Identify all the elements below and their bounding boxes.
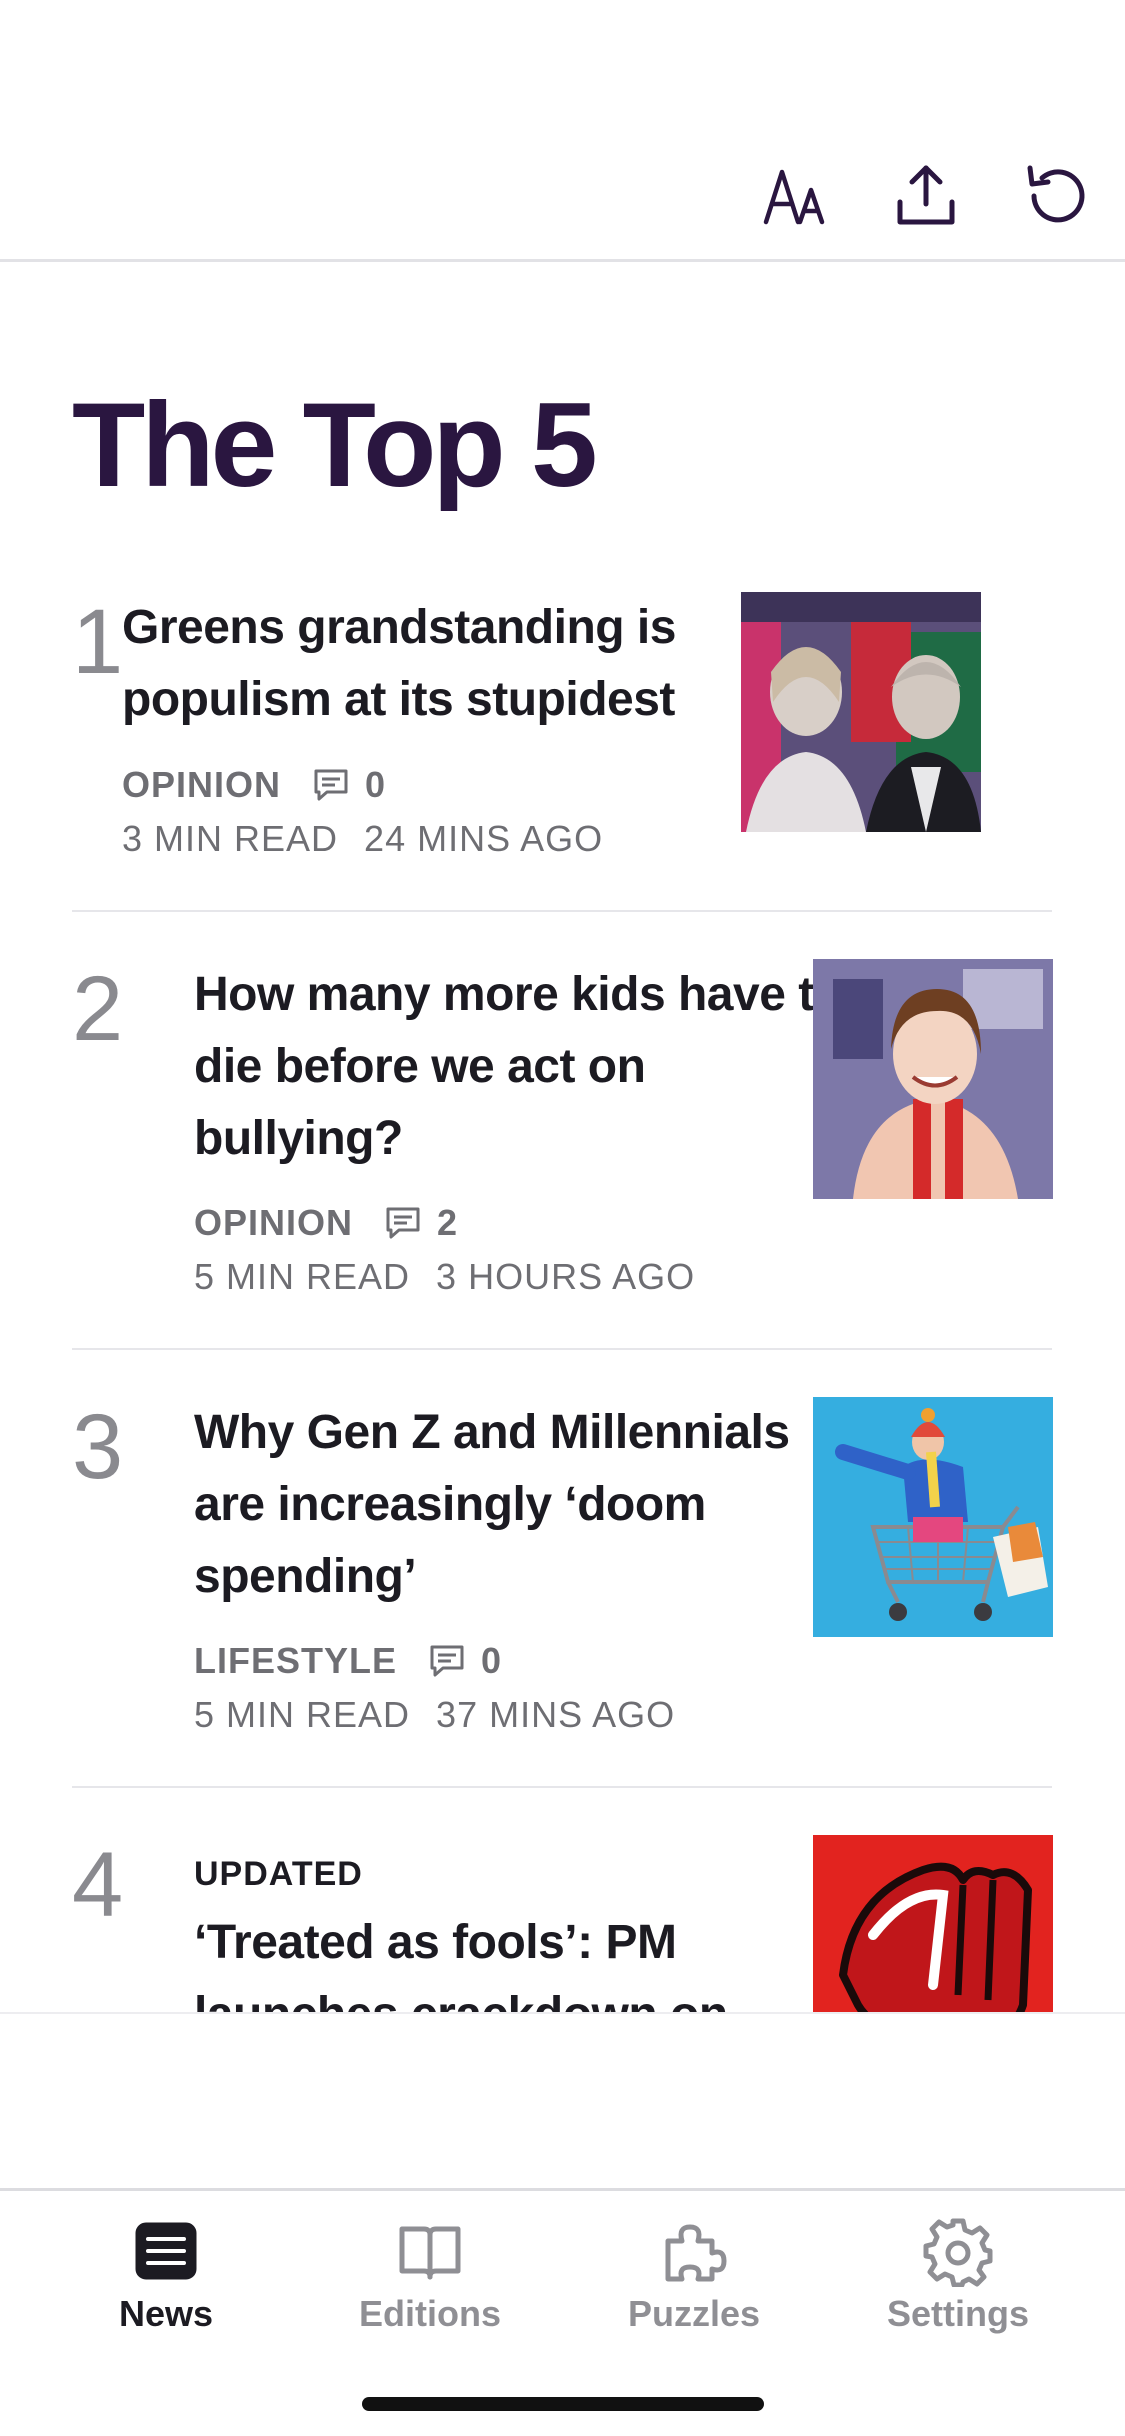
article-headline[interactable]: How many more kids have to die before we…: [194, 959, 864, 1175]
article-meta-time: 5 MIN READ 37 MINS AGO: [194, 1694, 675, 1736]
article-thumbnail[interactable]: [813, 1835, 1053, 2012]
article-age: 3 HOURS AGO: [436, 1256, 696, 1297]
article-rank: 3: [72, 1396, 124, 1498]
article-age: 24 MINS AGO: [364, 818, 604, 859]
article-meta-section: LIFESTYLE 0: [194, 1640, 502, 1682]
news-icon: [135, 2222, 197, 2280]
article-age: 37 MINS AGO: [436, 1694, 676, 1735]
tab-puzzles[interactable]: Puzzles: [564, 2207, 824, 2357]
text-size-icon[interactable]: [760, 160, 832, 232]
article-meta-time: 5 MIN READ 3 HOURS AGO: [194, 1256, 695, 1298]
comment-count: 0: [365, 764, 387, 805]
gear-icon: [923, 2218, 993, 2287]
article-section: OPINION: [194, 1202, 354, 1243]
tab-news[interactable]: News: [36, 2207, 296, 2357]
comment-icon: [430, 1645, 464, 1677]
article-meta-section: OPINION 2: [194, 1202, 458, 1244]
tab-label: Puzzles: [627, 2293, 761, 2334]
book-icon: [399, 2226, 461, 2280]
top5-list: 1 Greens grandstanding is populism at it…: [0, 592, 1125, 2012]
updated-badge: UPDATED: [194, 1855, 363, 1893]
article-thumbnail[interactable]: [741, 592, 981, 832]
share-icon[interactable]: [890, 160, 962, 232]
tab-label: News: [118, 2293, 214, 2334]
article-meta-time: 3 MIN READ 24 MINS AGO: [122, 818, 603, 860]
tab-editions[interactable]: Editions: [300, 2207, 560, 2357]
article-meta-section: OPINION 0: [122, 764, 386, 806]
tab-settings[interactable]: Settings: [828, 2207, 1088, 2357]
article-headline[interactable]: ‘Treated as fools’: PM launches crackdow…: [194, 1907, 864, 2012]
article-section: LIFESTYLE: [194, 1640, 398, 1681]
article-headline[interactable]: Why Gen Z and Millennials are increasing…: [194, 1397, 864, 1613]
read-time: 5 MIN READ: [194, 1256, 411, 1297]
page-title: The Top 5: [72, 378, 598, 512]
article-section: OPINION: [122, 764, 282, 805]
refresh-icon[interactable]: [1020, 160, 1092, 232]
comment-icon: [314, 769, 348, 801]
comment-count: 2: [437, 1202, 459, 1243]
article-thumbnail[interactable]: [813, 1397, 1053, 1637]
comment-count: 0: [481, 1640, 503, 1681]
comment-icon: [386, 1207, 420, 1239]
home-indicator: [362, 2397, 764, 2411]
read-time: 5 MIN READ: [194, 1694, 411, 1735]
read-time: 3 MIN READ: [122, 818, 339, 859]
article-rank: 2: [72, 958, 124, 1060]
article-headline[interactable]: Greens grandstanding is populism at its …: [122, 592, 792, 736]
top-toolbar: [0, 0, 1125, 262]
article-thumbnail[interactable]: [813, 959, 1053, 1199]
tab-label: Settings: [886, 2293, 1029, 2334]
tab-label: Editions: [359, 2293, 501, 2334]
article-rank: 4: [72, 1834, 124, 1936]
article-rank: 1: [72, 592, 124, 693]
puzzle-icon: [665, 2224, 727, 2282]
